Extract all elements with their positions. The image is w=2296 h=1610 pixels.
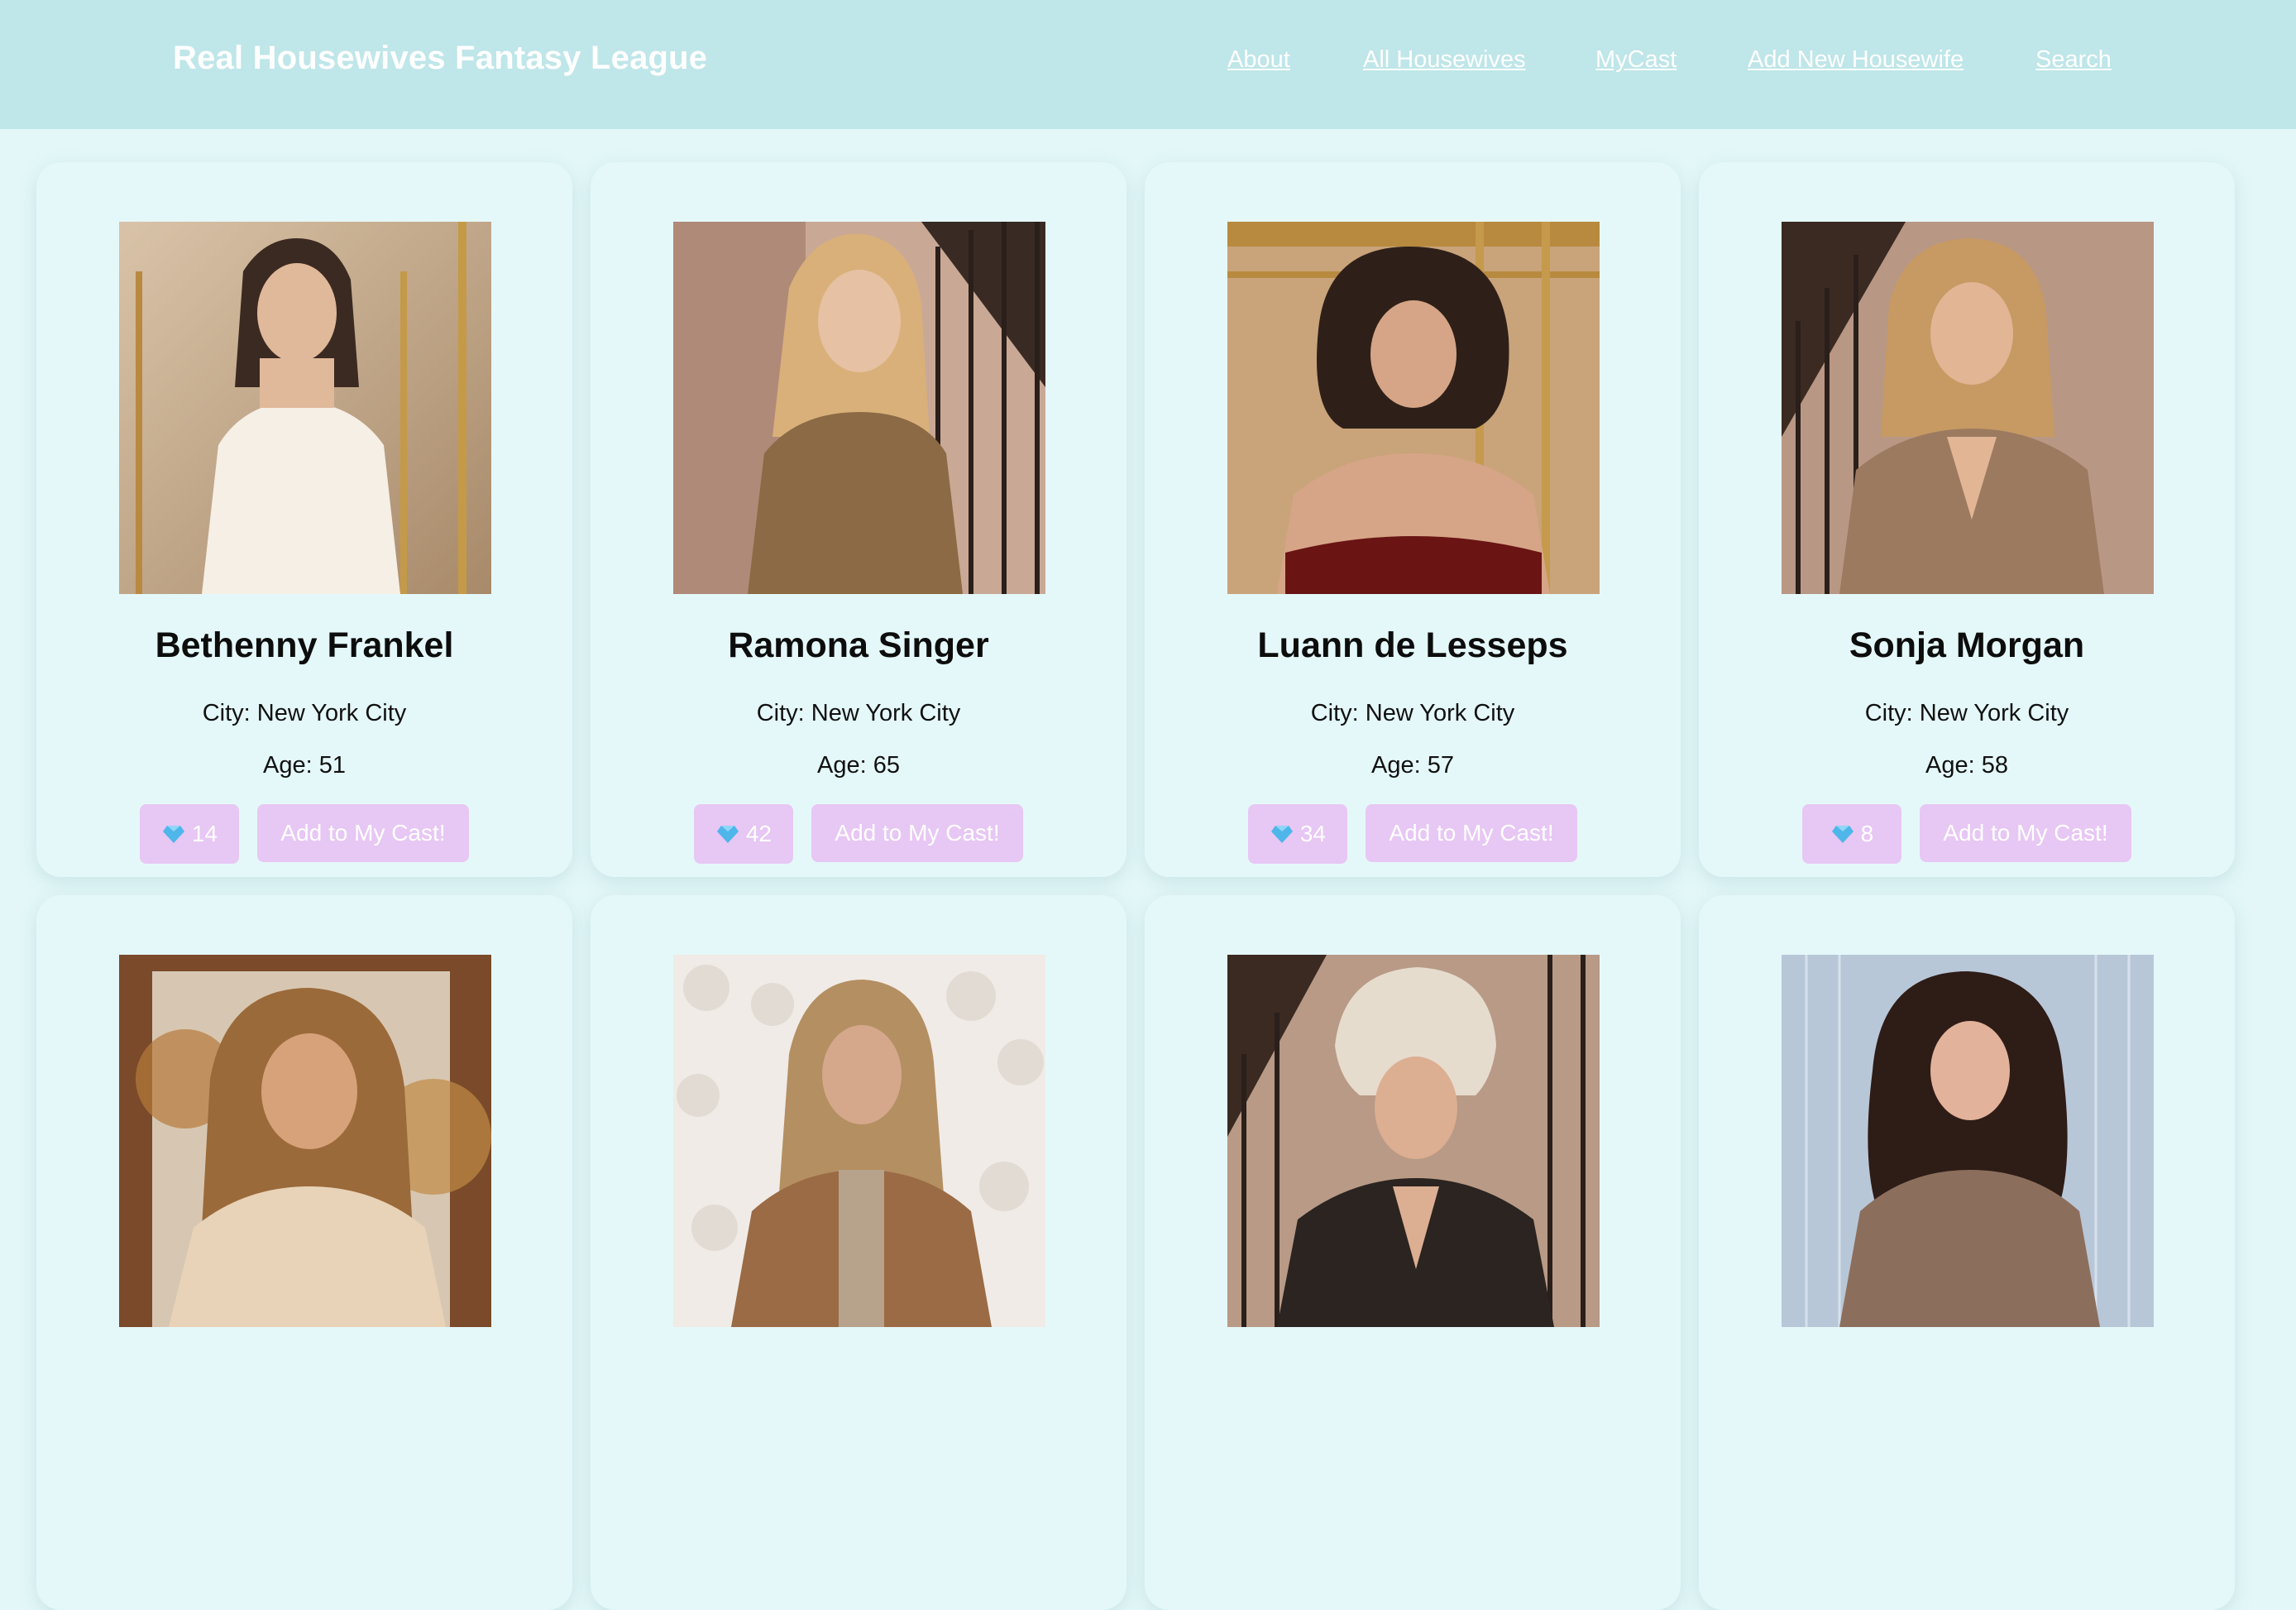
gem-icon <box>1270 826 1293 843</box>
add-to-cast-button[interactable]: Add to My Cast! <box>1366 804 1577 862</box>
portrait-image <box>1227 222 1600 594</box>
portrait-image <box>673 222 1045 594</box>
housewife-age: Age: 57 <box>1371 752 1454 779</box>
card-actions: 42 Add to My Cast! <box>591 804 1126 864</box>
nav-all-housewives-link[interactable]: All Housewives <box>1363 46 1526 74</box>
housewives-grid: Bethenny Frankel City: New York City Age… <box>36 162 2236 1610</box>
gem-icon <box>162 826 184 843</box>
housewife-photo <box>673 955 1045 1327</box>
housewife-card <box>1699 895 2235 1610</box>
score-button[interactable]: 42 <box>694 804 794 864</box>
housewife-card: Luann de Lesseps City: New York City Age… <box>1145 162 1681 877</box>
housewife-name: Luann de Lesseps <box>1257 625 1568 665</box>
score-value: 42 <box>745 821 772 846</box>
housewife-photo <box>119 955 491 1327</box>
portrait-image <box>1782 222 2154 594</box>
housewife-name: Bethenny Frankel <box>155 625 454 665</box>
score-button[interactable]: 14 <box>140 804 240 864</box>
add-to-cast-button[interactable]: Add to My Cast! <box>1920 804 2131 862</box>
gem-icon <box>1831 826 1854 843</box>
portrait-image <box>673 955 1045 1327</box>
housewife-city: City: New York City <box>1310 700 1515 726</box>
score-value: 14 <box>191 821 218 846</box>
nav-about-link[interactable]: About <box>1227 46 1290 74</box>
score-value: 8 <box>1860 821 1874 846</box>
top-navbar: Real Housewives Fantasy League About All… <box>0 0 2296 129</box>
housewife-card: Bethenny Frankel City: New York City Age… <box>36 162 572 877</box>
housewife-age: Age: 58 <box>1925 752 2008 779</box>
gem-icon <box>716 826 739 843</box>
card-actions: 34 Add to My Cast! <box>1145 804 1681 864</box>
score-value: 34 <box>1299 821 1326 846</box>
score-button[interactable]: 34 <box>1248 804 1348 864</box>
housewife-photo <box>673 222 1045 594</box>
portrait-image <box>1227 955 1600 1327</box>
site-title[interactable]: Real Housewives Fantasy League <box>173 40 707 77</box>
nav-search-link[interactable]: Search <box>2035 46 2112 74</box>
housewife-photo <box>1227 222 1600 594</box>
add-to-cast-button[interactable]: Add to My Cast! <box>257 804 469 862</box>
housewife-age: Age: 51 <box>263 752 346 779</box>
housewife-city: City: New York City <box>202 700 407 726</box>
housewife-card: Sonja Morgan City: New York City Age: 58… <box>1699 162 2235 877</box>
housewife-city: City: New York City <box>756 700 961 726</box>
housewife-card <box>591 895 1126 1610</box>
housewife-name: Ramona Singer <box>728 625 989 665</box>
housewife-photo <box>119 222 491 594</box>
housewife-card <box>36 895 572 1610</box>
portrait-image <box>119 222 491 594</box>
portrait-image <box>1782 955 2154 1327</box>
nav-mycast-link[interactable]: MyCast <box>1595 46 1677 74</box>
add-to-cast-button[interactable]: Add to My Cast! <box>811 804 1023 862</box>
housewife-photo <box>1782 222 2154 594</box>
housewife-card: Ramona Singer City: New York City Age: 6… <box>591 162 1126 877</box>
card-actions: 8 Add to My Cast! <box>1699 804 2235 864</box>
housewife-age: Age: 65 <box>817 752 900 779</box>
housewife-city: City: New York City <box>1864 700 2069 726</box>
housewife-name: Sonja Morgan <box>1849 625 2085 665</box>
card-actions: 14 Add to My Cast! <box>36 804 572 864</box>
nav-add-new-housewife-link[interactable]: Add New Housewife <box>1748 46 1964 74</box>
housewife-photo <box>1227 955 1600 1327</box>
housewife-card <box>1145 895 1681 1610</box>
portrait-image <box>119 955 491 1327</box>
housewife-photo <box>1782 955 2154 1327</box>
score-button[interactable]: 8 <box>1802 804 1902 864</box>
